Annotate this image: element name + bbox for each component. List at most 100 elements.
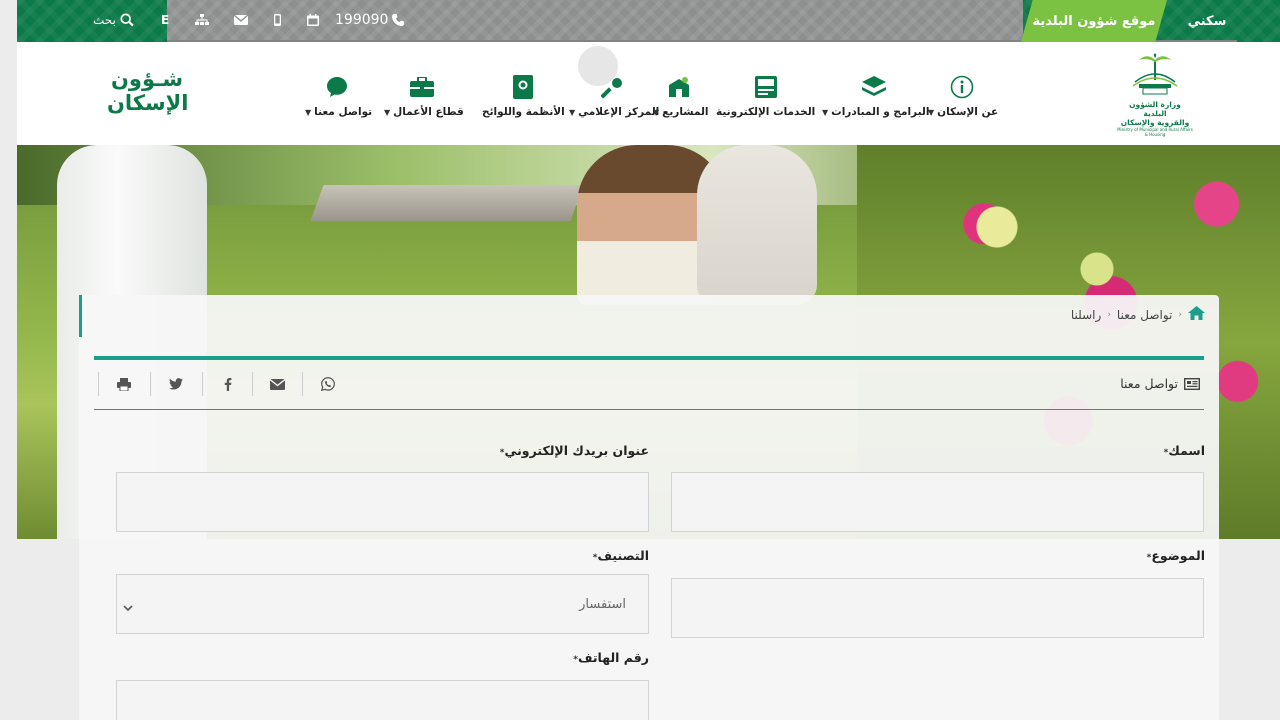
nav-about-housing[interactable]: ▼ عن الإسكان — [925, 74, 998, 118]
logo-line-1: شـؤون — [111, 67, 183, 91]
nav-about-label: عن الإسكان — [937, 106, 999, 118]
nav-media-center[interactable]: ▼ المركز الإعلامي — [566, 74, 659, 118]
phone-input[interactable] — [116, 680, 649, 720]
phone-number[interactable]: 199090 — [335, 10, 405, 30]
subject-label-text: الموضوع — [1151, 548, 1205, 563]
nav-projects[interactable]: ▼ المشاريع — [650, 74, 709, 118]
info-icon — [950, 75, 973, 99]
home-icon — [1188, 306, 1205, 320]
nav-programs-caret: ▼ — [822, 108, 829, 117]
layers-icon — [862, 76, 887, 96]
print-button[interactable] — [98, 372, 148, 396]
chat-icon — [327, 77, 348, 97]
category-selected-value: استفسار — [579, 597, 626, 612]
nav-contact-us[interactable]: ▼ تواصل معنا — [302, 74, 372, 118]
whatsapp-icon — [320, 377, 335, 391]
mobile-button[interactable] — [274, 10, 281, 30]
chevron-down-icon — [123, 597, 133, 616]
nav-business-label: قطاع الأعمال — [393, 106, 464, 118]
phone-number-text: 199090 — [335, 12, 389, 28]
header: شـؤون الإسكان ▼ تواصل معنا ▼ قطاع الأعمال … — [17, 42, 1280, 145]
content-panel: ‹ تواصل معنا ‹ راسلنا تواصل معنا اسمك* ع — [79, 295, 1219, 720]
email-button[interactable] — [234, 10, 248, 30]
name-field-label: اسمك* — [1164, 443, 1205, 458]
phone-field-label: رقم الهاتف* — [573, 650, 649, 665]
name-label-text: اسمك — [1168, 443, 1205, 458]
nav-regulations-label: الأنظمة واللوائح — [482, 106, 565, 118]
share-toolbar: تواصل معنا — [94, 360, 1204, 410]
phone-label-text: رقم الهاتف — [577, 650, 649, 665]
nav-regulations[interactable]: الأنظمة واللوائح — [482, 74, 565, 118]
top-bar-gray-strip — [167, 0, 1023, 42]
nav-eservices-label: الخدمات الإلكترونية — [716, 106, 816, 118]
briefcase-icon — [410, 77, 435, 97]
whatsapp-share-button[interactable] — [302, 372, 352, 396]
mobile-icon — [274, 14, 281, 26]
eservices-icon — [754, 76, 777, 98]
section-title-text: تواصل معنا — [1120, 376, 1178, 391]
microphone-icon — [600, 78, 622, 99]
breadcrumb-separator: ‹ — [1178, 309, 1182, 320]
language-toggle[interactable]: E — [161, 10, 169, 30]
search-icon — [120, 13, 134, 27]
subject-input[interactable] — [671, 578, 1204, 638]
breadcrumb-home[interactable] — [1188, 306, 1205, 323]
panel-accent-bar — [79, 295, 82, 337]
search-label: بحث — [93, 13, 116, 27]
nav-media-label: المركز الإعلامي — [578, 106, 660, 118]
twitter-icon — [168, 378, 183, 390]
envelope-icon — [270, 378, 285, 390]
newspaper-icon — [1184, 377, 1200, 390]
calendar-icon — [307, 14, 319, 26]
email-label-text: عنوان بريدك الإلكتروني — [504, 443, 649, 458]
breadcrumb-contact-us[interactable]: تواصل معنا — [1117, 308, 1172, 322]
housing-logo[interactable]: شـؤون الإسكان — [107, 67, 189, 115]
nav-eservices[interactable]: الخدمات الإلكترونية — [716, 74, 815, 118]
search-button[interactable]: بحث — [93, 10, 134, 30]
ministry-name-line-1: وزارة الشؤون البلدية — [1129, 100, 1181, 118]
site-link-label: موقع شؤون البلدية — [1032, 13, 1156, 29]
breadcrumb-separator: ‹ — [1107, 309, 1111, 320]
category-label-text: التصنيف — [597, 548, 650, 563]
print-icon — [116, 377, 131, 391]
municipal-affairs-site-link[interactable]: موقع شؤون البلدية — [1021, 0, 1167, 42]
language-label: E — [161, 13, 170, 27]
facebook-icon — [224, 377, 231, 391]
nav-projects-caret: ▼ — [653, 108, 660, 117]
top-bar: بحث E 199090 موقع شؤون البلدية سكني — [17, 0, 1280, 42]
section-title: تواصل معنا — [1120, 376, 1200, 391]
projects-icon — [669, 77, 690, 97]
twitter-share-button[interactable] — [150, 372, 200, 396]
nav-programs-initiatives[interactable]: ▼ البرامج و المبادرات — [819, 74, 929, 118]
category-select[interactable]: استفسار — [116, 574, 649, 634]
sakani-label: سكني — [1187, 13, 1227, 29]
logo-line-2: الإسكان — [107, 91, 189, 115]
ministry-english-name: Ministry of Municipal and Rural Affairs … — [1117, 127, 1193, 137]
nav-contact-label: تواصل معنا — [314, 106, 373, 118]
palm-emblem-icon — [1132, 53, 1178, 95]
calendar-button[interactable] — [307, 10, 319, 30]
email-input[interactable] — [116, 472, 649, 532]
facebook-share-button[interactable] — [202, 372, 252, 396]
sitemap-button[interactable] — [195, 10, 209, 30]
sakani-link[interactable]: سكني — [1177, 0, 1237, 42]
category-field-label: التصنيف* — [593, 548, 649, 563]
breadcrumb: ‹ تواصل معنا ‹ راسلنا — [1071, 306, 1205, 323]
ministry-logo[interactable]: وزارة الشؤون البلدية والقروية والإسكان M… — [1117, 52, 1193, 138]
nav-media-caret: ▼ — [569, 108, 576, 117]
sitemap-icon — [195, 14, 209, 25]
email-field-label: عنوان بريدك الإلكتروني* — [500, 443, 649, 458]
phone-icon — [392, 14, 405, 26]
email-share-button[interactable] — [252, 372, 302, 396]
nav-contact-caret: ▼ — [305, 108, 312, 117]
subject-field-label: الموضوع* — [1147, 548, 1205, 563]
breadcrumb-current: راسلنا — [1070, 307, 1102, 322]
regulations-icon — [513, 75, 534, 99]
envelope-icon — [234, 15, 248, 25]
ministry-name-line-2: والقروية والإسكان — [1120, 118, 1190, 127]
name-input[interactable] — [671, 472, 1204, 532]
nav-business-caret: ▼ — [384, 108, 391, 117]
nav-programs-label: البرامج و المبادرات — [831, 106, 930, 118]
nav-about-caret: ▼ — [928, 108, 935, 117]
nav-business-sector[interactable]: ▼ قطاع الأعمال — [381, 74, 464, 118]
